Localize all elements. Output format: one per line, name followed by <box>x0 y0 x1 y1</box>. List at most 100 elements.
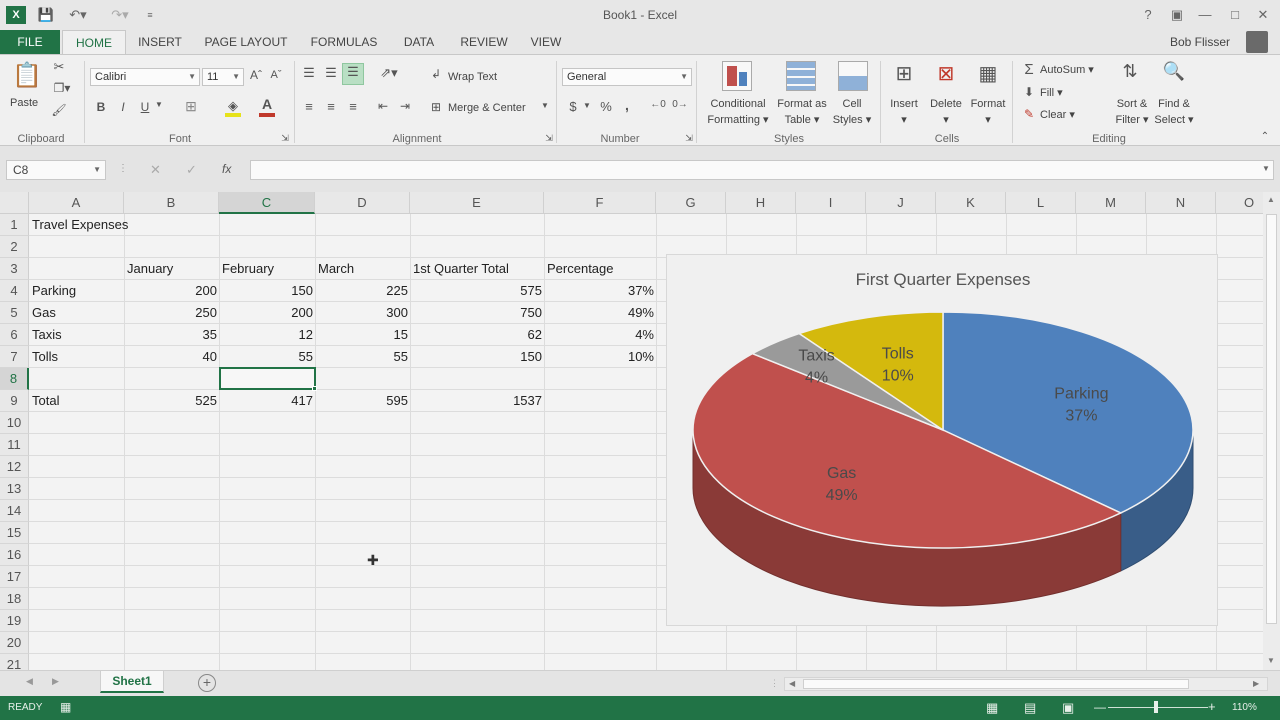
chevron-down-icon[interactable]: ▼ <box>582 101 592 110</box>
formula-input[interactable] <box>250 160 1274 180</box>
conditional-formatting-button[interactable]: Conditional Formatting ▾ <box>706 96 770 128</box>
row-header-21[interactable]: 21 <box>0 654 29 670</box>
tab-file[interactable]: FILE <box>0 30 60 54</box>
tab-data[interactable]: DATA <box>394 30 444 54</box>
zoom-level[interactable]: 110% <box>1232 702 1257 713</box>
zoom-out-icon[interactable]: — <box>1094 700 1106 714</box>
increase-indent-icon[interactable]: ⇥ <box>396 99 414 113</box>
row-header-11[interactable]: 11 <box>0 434 29 456</box>
cell-d9[interactable]: 595 <box>315 390 410 412</box>
sheet-tab-sheet1[interactable]: Sheet1 <box>100 671 164 693</box>
cell-e7[interactable]: 150 <box>410 346 544 368</box>
decrease-indent-icon[interactable]: ⇤ <box>374 99 392 113</box>
align-top-icon[interactable]: ☰ <box>300 65 318 81</box>
user-name[interactable]: Bob Flisser <box>1160 30 1230 54</box>
row-header-4[interactable]: 4 <box>0 280 29 302</box>
cell-b4[interactable]: 200 <box>124 280 219 302</box>
autosum-button[interactable]: AutoSum ▾ <box>1040 62 1094 78</box>
help-icon[interactable]: ? <box>1140 5 1156 25</box>
cell-c6[interactable]: 12 <box>219 324 315 346</box>
enter-icon[interactable]: ✓ <box>186 162 197 178</box>
font-name-select[interactable]: Calibri ▼ <box>90 68 200 86</box>
row-header-14[interactable]: 14 <box>0 500 29 522</box>
cell-a7[interactable]: Tolls <box>32 346 58 368</box>
tab-page-layout[interactable]: PAGE LAYOUT <box>198 30 294 54</box>
align-middle-icon[interactable]: ☰ <box>322 65 340 81</box>
zoom-in-icon[interactable]: + <box>1208 699 1216 714</box>
avatar[interactable] <box>1246 31 1268 53</box>
cell-f6[interactable]: 4% <box>544 324 656 346</box>
worksheet-grid[interactable]: A B C D E F G H I J K L M N O 1 2 3 4 5 … <box>0 192 1272 670</box>
column-header-n[interactable]: N <box>1146 192 1216 214</box>
scroll-left-icon[interactable]: ◀ <box>789 679 795 688</box>
orientation-icon[interactable]: ⇗▾ <box>376 65 402 81</box>
cell-f3[interactable]: Percentage <box>547 258 614 280</box>
align-right-icon[interactable]: ≡ <box>344 99 362 114</box>
column-header-k[interactable]: K <box>936 192 1006 214</box>
cell-e3[interactable]: 1st Quarter Total <box>413 258 509 280</box>
cancel-icon[interactable]: ✕ <box>150 162 161 178</box>
zoom-slider-thumb[interactable] <box>1154 701 1158 713</box>
row-header-15[interactable]: 15 <box>0 522 29 544</box>
currency-button[interactable]: $ <box>566 99 580 114</box>
row-header-10[interactable]: 10 <box>0 412 29 434</box>
percent-button[interactable]: % <box>598 99 614 114</box>
insert-button[interactable]: Insert ▾ <box>886 96 922 128</box>
cell-d5[interactable]: 300 <box>315 302 410 324</box>
paste-icon[interactable]: 📋 <box>12 61 42 91</box>
row-header-12[interactable]: 12 <box>0 456 29 478</box>
column-header-e[interactable]: E <box>410 192 544 214</box>
collapse-ribbon-icon[interactable]: ⌃ <box>1258 131 1272 142</box>
cell-b6[interactable]: 35 <box>124 324 219 346</box>
next-sheet-icon[interactable]: ▶ <box>52 676 59 687</box>
new-sheet-icon[interactable]: + <box>198 674 216 692</box>
increase-decimal-icon[interactable]: ←0 <box>648 99 668 110</box>
dialog-launcher-icon[interactable]: ⇲ <box>684 133 694 144</box>
cut-icon[interactable]: ✂ <box>50 59 68 75</box>
column-header-f[interactable]: F <box>544 192 656 214</box>
selected-cell-c8[interactable] <box>219 367 316 390</box>
comma-button[interactable]: , <box>622 97 632 113</box>
cell-b5[interactable]: 250 <box>124 302 219 324</box>
column-header-h[interactable]: H <box>726 192 796 214</box>
chevron-down-icon[interactable]: ▼ <box>540 101 550 110</box>
row-header-6[interactable]: 6 <box>0 324 29 346</box>
font-size-select[interactable]: 11 ▼ <box>202 68 244 86</box>
find-select-button[interactable]: Find & Select ▾ <box>1152 96 1196 128</box>
tab-formulas[interactable]: FORMULAS <box>306 30 382 54</box>
clear-button[interactable]: Clear ▾ <box>1040 107 1075 123</box>
maximize-icon[interactable]: □ <box>1226 5 1244 25</box>
vertical-scroll-thumb[interactable] <box>1266 214 1277 624</box>
copy-icon[interactable]: ❐▾ <box>50 81 74 95</box>
column-header-c[interactable]: C <box>219 192 315 214</box>
format-as-table-button[interactable]: Format as Table ▾ <box>772 96 832 128</box>
column-header-j[interactable]: J <box>866 192 936 214</box>
vertical-scrollbar[interactable]: ▲ ▼ <box>1263 192 1280 670</box>
cell-b3[interactable]: January <box>127 258 173 280</box>
cell-e6[interactable]: 62 <box>410 324 544 346</box>
format-painter-icon[interactable]: 🖌 <box>50 103 68 117</box>
column-header-a[interactable]: A <box>29 192 124 214</box>
tab-insert[interactable]: INSERT <box>134 30 186 54</box>
cell-b7[interactable]: 40 <box>124 346 219 368</box>
cell-f7[interactable]: 10% <box>544 346 656 368</box>
select-all-corner[interactable] <box>0 192 29 214</box>
cell-e5[interactable]: 750 <box>410 302 544 324</box>
close-icon[interactable]: ✕ <box>1254 5 1272 25</box>
row-header-3[interactable]: 3 <box>0 258 29 280</box>
scroll-right-icon[interactable]: ▶ <box>1253 679 1259 688</box>
row-header-9[interactable]: 9 <box>0 390 29 412</box>
cell-a5[interactable]: Gas <box>32 302 56 324</box>
align-left-icon[interactable]: ≡ <box>300 99 318 114</box>
row-header-19[interactable]: 19 <box>0 610 29 632</box>
tab-home[interactable]: HOME <box>62 30 126 54</box>
normal-view-icon[interactable]: ▦ <box>986 700 998 716</box>
name-box[interactable]: C8 ▼ <box>6 160 106 180</box>
macro-record-icon[interactable]: ▦ <box>60 700 71 714</box>
column-header-l[interactable]: L <box>1006 192 1076 214</box>
expand-formula-bar-icon[interactable]: ▼ <box>1262 164 1270 173</box>
cell-c5[interactable]: 200 <box>219 302 315 324</box>
horizontal-scrollbar[interactable]: ◀ ▶ <box>784 677 1268 691</box>
paste-button[interactable]: Paste <box>10 95 38 111</box>
cell-a4[interactable]: Parking <box>32 280 76 302</box>
